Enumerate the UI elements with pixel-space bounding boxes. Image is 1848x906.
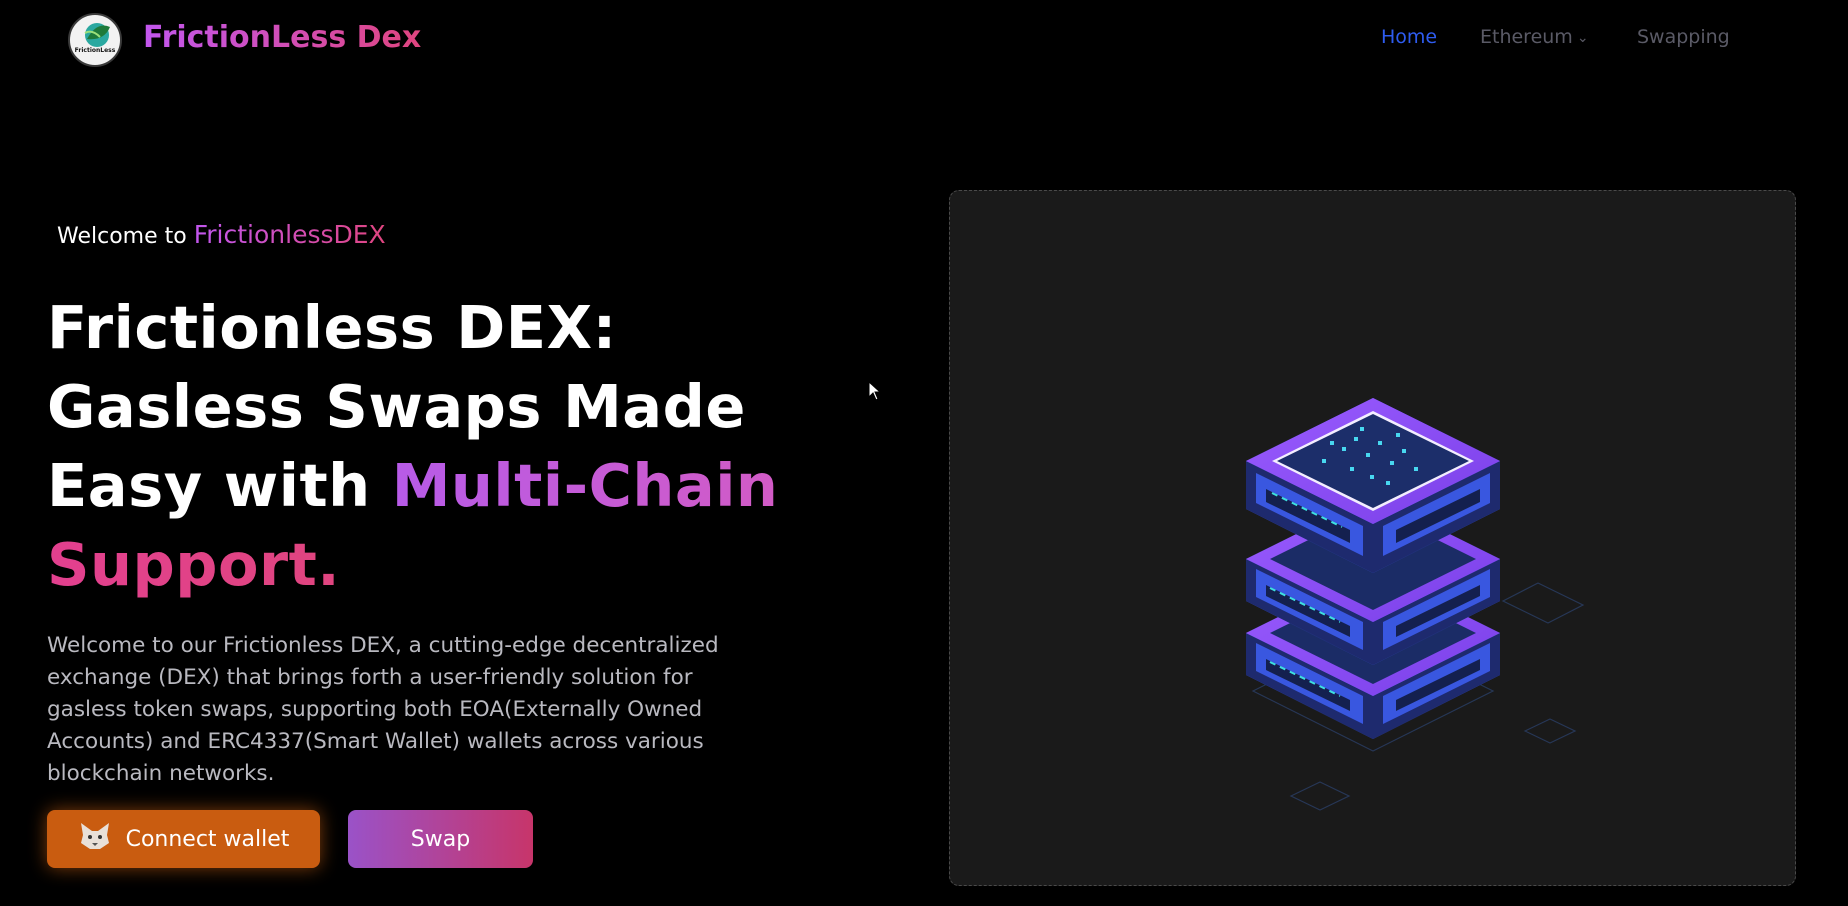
top-navbar: FrictionLess FrictionLess Dex Home Ether…	[0, 0, 1848, 80]
network-label: Ethereum	[1480, 26, 1573, 48]
headline-line-3: Easy with Multi-Chain	[47, 446, 877, 525]
nav-swapping[interactable]: Swapping	[1637, 26, 1730, 48]
hero-description: Welcome to our Frictionless DEX, a cutti…	[47, 633, 719, 786]
mouse-cursor-icon	[868, 381, 882, 401]
welcome-accent: FrictionlessDEX	[193, 220, 386, 249]
connect-wallet-label: Connect wallet	[125, 826, 290, 852]
leaf-globe-icon	[84, 23, 110, 47]
connect-wallet-button[interactable]: Connect wallet	[47, 810, 320, 868]
server-stack-icon	[1246, 398, 1585, 811]
headline-line-2: Gasless Swaps Made	[47, 372, 746, 441]
fox-icon	[78, 821, 112, 857]
logo-caption: FrictionLess	[74, 47, 116, 54]
headline-line-4: Support.	[47, 525, 877, 604]
illustration-panel	[949, 190, 1796, 886]
welcome-tagline: Welcome to FrictionlessDEX	[57, 220, 386, 249]
brand-logo[interactable]: FrictionLess	[68, 13, 122, 67]
network-dropdown[interactable]: Ethereum ⌄	[1480, 26, 1589, 48]
welcome-prefix: Welcome to	[57, 224, 194, 249]
headline-line-4-accent: Support.	[47, 530, 341, 599]
headline-line-3-accent: Multi-Chain	[391, 451, 779, 520]
headline-line-3-plain: Easy with	[47, 451, 392, 520]
headline-line-1: Frictionless DEX:	[47, 293, 617, 362]
brand-name[interactable]: FrictionLess Dex	[143, 20, 421, 55]
hero-headline: Frictionless DEX: Gasless Swaps Made Eas…	[47, 288, 877, 604]
swap-button[interactable]: Swap	[348, 810, 533, 868]
nav-home[interactable]: Home	[1381, 26, 1437, 48]
chevron-down-icon: ⌄	[1576, 30, 1589, 46]
